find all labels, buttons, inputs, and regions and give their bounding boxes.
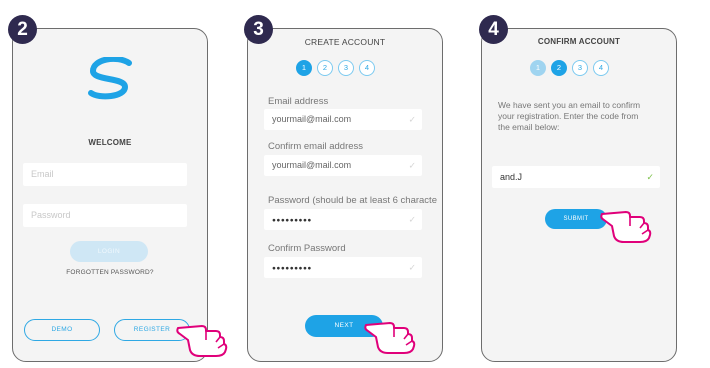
confirm-email-input[interactable]: yourmail@mail.com ✓ bbox=[264, 155, 422, 176]
email-label: Email address bbox=[268, 96, 329, 107]
password-value: ●●●●●●●●● bbox=[272, 217, 312, 224]
confirm-message-line-1: We have sent you an email to confirm bbox=[498, 100, 641, 110]
progress-step-2: 2 bbox=[317, 60, 333, 76]
email-field[interactable]: Email bbox=[23, 163, 187, 186]
password-placeholder: Password bbox=[31, 210, 71, 220]
check-icon: ✓ bbox=[408, 114, 416, 124]
progress-step-3: 3 bbox=[572, 60, 588, 76]
confirm-password-value: ●●●●●●●●● bbox=[272, 265, 312, 272]
progress-step-1: 1 bbox=[296, 60, 312, 76]
confirm-message-line-3: the email below: bbox=[498, 122, 560, 132]
step-badge-3: 3 bbox=[244, 15, 273, 44]
login-button[interactable]: LOGIN bbox=[70, 241, 148, 262]
hand-pointer-icon bbox=[364, 322, 416, 354]
password-input[interactable]: ●●●●●●●●● ✓ bbox=[264, 209, 422, 230]
confirm-message-line-2: your registration. Enter the code from bbox=[498, 111, 639, 121]
email-input[interactable]: yourmail@mail.com ✓ bbox=[264, 109, 422, 130]
submit-button[interactable]: SUBMIT bbox=[545, 209, 607, 229]
email-placeholder: Email bbox=[31, 169, 54, 179]
forgot-password-link[interactable]: FORGOTTEN PASSWORD? bbox=[13, 269, 207, 276]
step-badge-4: 4 bbox=[479, 15, 508, 44]
progress-step-4: 4 bbox=[593, 60, 609, 76]
progress-step-3: 3 bbox=[338, 60, 354, 76]
app-logo-icon bbox=[88, 57, 132, 100]
password-label: Password (should be at least 6 characte bbox=[268, 195, 437, 206]
password-field[interactable]: Password bbox=[23, 204, 187, 227]
confirm-email-value: yourmail@mail.com bbox=[272, 160, 352, 170]
confirm-password-label: Confirm Password bbox=[268, 243, 346, 254]
hand-pointer-icon bbox=[600, 211, 652, 243]
confirm-account-title: CONFIRM ACCOUNT bbox=[537, 37, 621, 46]
check-icon: ✓ bbox=[646, 172, 654, 182]
step-badge-2: 2 bbox=[8, 15, 37, 44]
create-account-title: CREATE ACCOUNT bbox=[304, 37, 386, 47]
progress-steps: 1 2 3 4 bbox=[530, 60, 609, 76]
confirmation-code-value: and.J bbox=[500, 172, 523, 182]
email-value: yourmail@mail.com bbox=[272, 114, 352, 124]
progress-step-4: 4 bbox=[359, 60, 375, 76]
demo-button[interactable]: DEMO bbox=[24, 319, 100, 341]
confirmation-code-input[interactable]: and.J ✓ bbox=[492, 166, 660, 188]
welcome-title: WELCOME bbox=[88, 138, 132, 147]
check-icon: ✓ bbox=[408, 160, 416, 170]
progress-step-1: 1 bbox=[530, 60, 546, 76]
check-icon: ✓ bbox=[408, 262, 416, 272]
confirm-password-input[interactable]: ●●●●●●●●● ✓ bbox=[264, 257, 422, 278]
progress-steps: 1 2 3 4 bbox=[296, 60, 375, 76]
progress-step-2: 2 bbox=[551, 60, 567, 76]
hand-pointer-icon bbox=[176, 325, 228, 357]
confirm-email-label: Confirm email address bbox=[268, 141, 364, 152]
confirm-account-screen: CONFIRM ACCOUNT 1 2 3 4 We have sent you… bbox=[481, 28, 677, 362]
check-icon: ✓ bbox=[408, 214, 416, 224]
